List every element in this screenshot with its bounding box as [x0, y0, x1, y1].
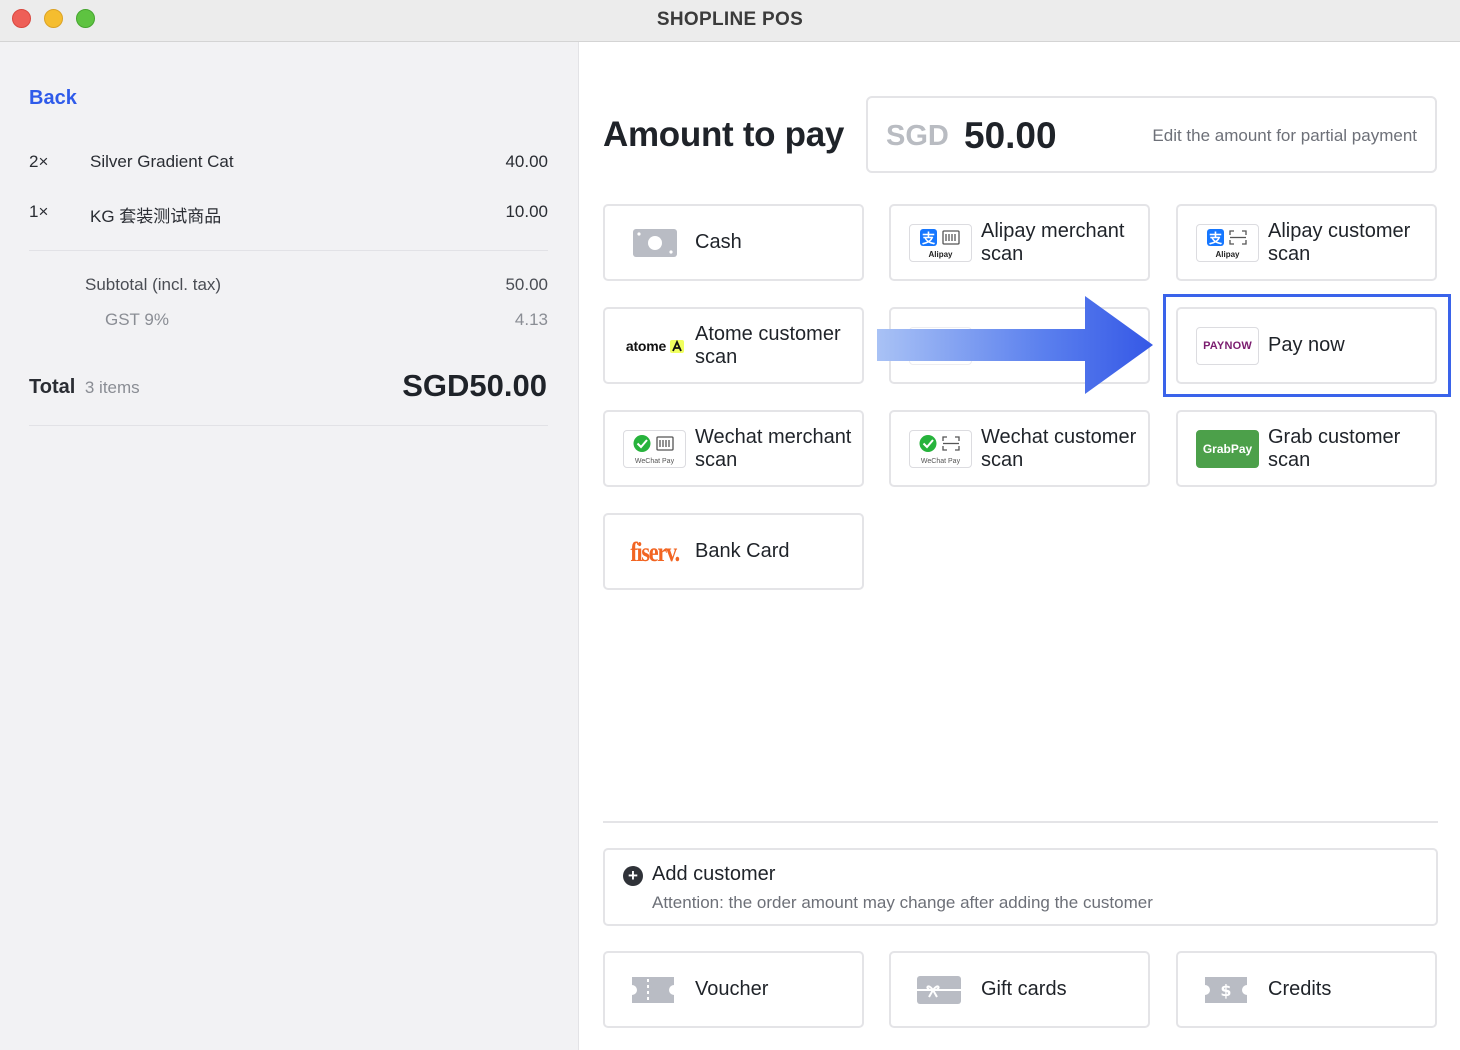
credits-button[interactable]: $ Credits: [1176, 951, 1437, 1028]
divider: [603, 821, 1438, 823]
amount-value: 50.00: [964, 115, 1057, 156]
payment-method-label: Atome customer scan: [695, 322, 841, 368]
voucher-button[interactable]: Voucher: [603, 951, 864, 1028]
window-title: SHOPLINE POS: [656, 9, 804, 30]
divider: [29, 425, 548, 426]
payment-method-grab-customer-scan[interactable]: GrabPay Grab customer scan: [1176, 410, 1437, 487]
payment-method-label: Cash: [695, 231, 742, 253]
credits-icon: $: [1202, 971, 1250, 1009]
atome-logo: atome: [621, 327, 689, 365]
wechat-text: WeChat Pay: [920, 458, 961, 465]
payment-method-label: Alipay customer scan: [1268, 219, 1411, 265]
fiserv-text: fiserv.: [630, 536, 680, 567]
subtotal-label: Subtotal (incl. tax): [85, 275, 222, 294]
alipay-customer-logo: 支 Alipay: [1196, 224, 1259, 262]
grabpay-logo: GrabPay: [1196, 430, 1259, 468]
alipay-text: Alipay: [928, 250, 953, 259]
payment-method-label: Bank Card: [695, 540, 790, 562]
back-link[interactable]: Back: [29, 87, 77, 110]
gift-cards-button[interactable]: Gift cards: [889, 951, 1150, 1028]
item-name: KG 套装测试商品: [90, 207, 222, 226]
payment-method-wechat-customer-scan[interactable]: WeChat Pay Wechat customer scan: [889, 410, 1150, 487]
payment-method-bank-card[interactable]: fiserv. Bank Card: [603, 513, 864, 590]
item-price: 10.00: [505, 202, 548, 221]
wechat-text: WeChat Pay: [634, 458, 675, 465]
total-label: Total 3 items: [29, 376, 140, 399]
svg-text:$: $: [1220, 981, 1231, 1000]
total-value: SGD50.00: [402, 368, 547, 403]
total-items-count: 3 items: [84, 378, 140, 397]
payment-method-wechat-merchant-scan[interactable]: WeChat Pay Wechat merchant scan: [603, 410, 864, 487]
payment-method-cash[interactable]: Cash: [603, 204, 864, 281]
payment-method-alipay-merchant-scan[interactable]: 支 Alipay Alipay merchant scan: [889, 204, 1150, 281]
cash-icon: [623, 224, 686, 262]
gst-value: 4.13: [514, 310, 548, 329]
add-customer-note: Attention: the order amount may change a…: [652, 893, 1153, 912]
subtotal-value: 50.00: [505, 275, 548, 294]
voucher-label: Voucher: [695, 978, 769, 1000]
fiserv-logo: fiserv.: [623, 533, 686, 571]
add-customer-title: Add customer: [652, 863, 776, 885]
total-label-text: Total: [29, 376, 76, 398]
alipay-text: Alipay: [1215, 250, 1240, 259]
amount-input[interactable]: SGD 50.00 Edit the amount for partial pa…: [866, 96, 1437, 173]
currency-code: SGD: [886, 120, 949, 152]
svg-text:支: 支: [1208, 231, 1223, 247]
gst-label: GST 9%: [105, 310, 169, 329]
gift-cards-label: Gift cards: [981, 978, 1067, 1000]
credits-label: Credits: [1268, 978, 1332, 1000]
atome-text: atome: [625, 338, 667, 354]
item-name: Silver Gradient Cat: [90, 152, 234, 171]
add-customer-button[interactable]: + Add customer Attention: the order amou…: [603, 848, 1438, 926]
grabpay-text: GrabPay: [1202, 442, 1253, 456]
wechat-customer-logo: WeChat Pay: [909, 430, 972, 468]
item-quantity: 2×: [29, 152, 49, 171]
payment-method-label: Wechat customer scan: [981, 425, 1137, 471]
order-line-item: 1× KG 套装测试商品 10.00: [29, 202, 548, 226]
order-summary-panel: Back 2× Silver Gradient Cat 40.00 1× KG …: [0, 42, 579, 1050]
payment-method-label: Grab customer scan: [1268, 425, 1401, 471]
svg-text:支: 支: [921, 231, 936, 247]
item-price: 40.00: [505, 152, 548, 171]
item-quantity: 1×: [29, 202, 49, 221]
amount-to-pay-heading: Amount to pay: [603, 115, 845, 154]
alipay-merchant-logo: 支 Alipay: [909, 224, 972, 262]
payment-method-label: Wechat merchant scan: [695, 425, 852, 471]
payment-method-alipay-customer-scan[interactable]: 支 Alipay Alipay customer scan: [1176, 204, 1437, 281]
voucher-icon: [629, 971, 677, 1009]
payment-method-label: Alipay merchant scan: [981, 219, 1125, 265]
payment-method-atome-customer-scan[interactable]: atome Atome customer scan: [603, 307, 864, 384]
divider: [29, 250, 548, 251]
gift-card-icon: [915, 971, 963, 1009]
title-bar: SHOPLINE POS: [0, 0, 1460, 42]
annotation-arrow-icon: [877, 296, 1153, 394]
partial-payment-hint: Edit the amount for partial payment: [1152, 126, 1417, 145]
plus-circle-icon: +: [623, 866, 643, 886]
pay-now-highlight-box: [1163, 294, 1451, 397]
wechat-merchant-logo: WeChat Pay: [623, 430, 686, 468]
order-line-item: 2× Silver Gradient Cat 40.00: [29, 152, 548, 176]
